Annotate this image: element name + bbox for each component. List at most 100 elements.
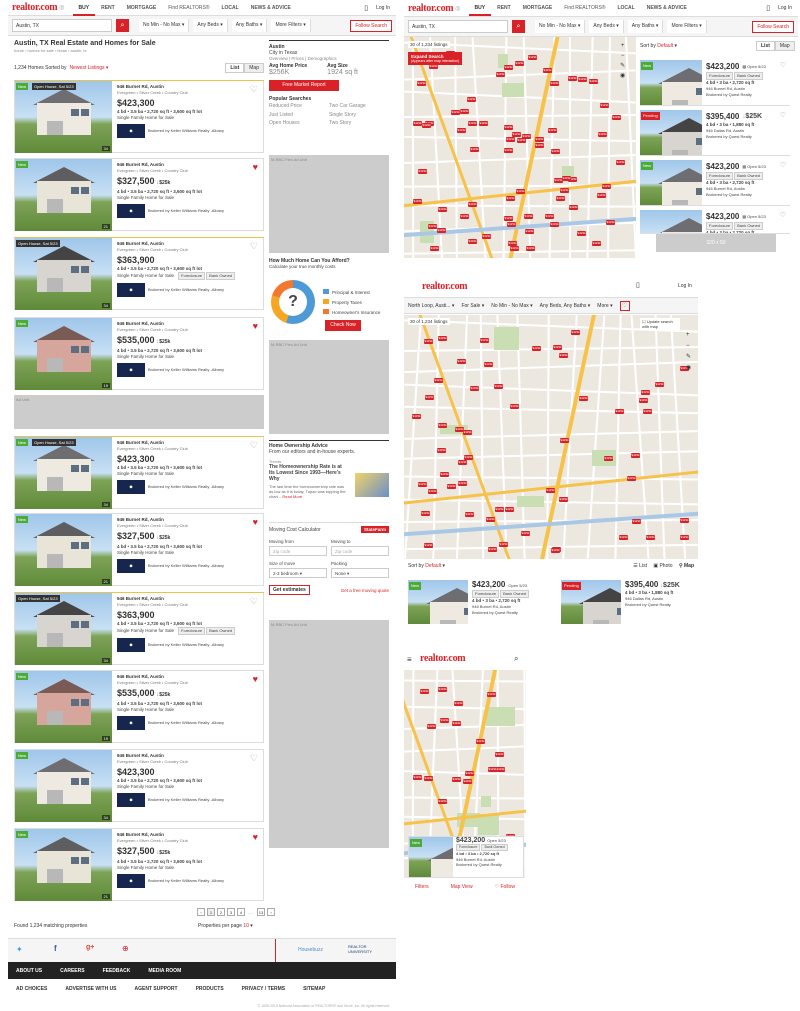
price-pin[interactable]: $423k xyxy=(460,214,469,219)
price-pin[interactable]: $423k xyxy=(505,507,514,512)
price-pin[interactable]: $423k xyxy=(639,398,648,403)
zoom-in-icon[interactable]: + xyxy=(620,41,625,51)
tablet-heart-icon[interactable]: ♡ xyxy=(619,300,630,311)
pinterest-icon[interactable]: ⊕ xyxy=(122,944,129,953)
price-pin[interactable]: $423k xyxy=(632,519,641,524)
price-pin[interactable]: $423k xyxy=(619,535,628,540)
tablet-listing-card[interactable]: New $423,200 Open 5/23 Foreclosure Bank Owne… xyxy=(408,578,556,626)
mobile-card-photo[interactable]: New xyxy=(409,837,453,877)
price-pin[interactable]: $423k xyxy=(507,222,516,227)
tablet-zoom-in-icon[interactable]: + xyxy=(686,330,691,341)
listing-photo[interactable]: New 21 xyxy=(15,514,112,586)
price-pin[interactable]: $423k xyxy=(425,395,434,400)
beds-filter[interactable]: Any Beds ▾ xyxy=(193,19,228,32)
price-pin[interactable]: $423k xyxy=(458,481,467,486)
nav-news[interactable]: NEWS & ADVICE xyxy=(245,0,297,16)
tablet-draw-icon[interactable]: ✎ xyxy=(686,352,691,363)
price-pin[interactable]: $423k xyxy=(512,132,521,137)
price-pin[interactable]: $423k xyxy=(600,103,609,108)
phone-icon[interactable]: ▯ xyxy=(364,4,368,12)
price-pin[interactable]: $423k xyxy=(495,752,504,757)
tablet-list-option[interactable]: ☰ List xyxy=(633,563,647,569)
favorite-heart-icon[interactable]: ♡ xyxy=(250,753,258,764)
price-pin[interactable]: $423k xyxy=(486,517,495,522)
price-pin[interactable]: $423k xyxy=(440,472,449,477)
get-estimates-button[interactable]: Get estimates xyxy=(269,585,310,595)
footer-link[interactable]: AGENT SUPPORT xyxy=(135,986,178,992)
price-pin[interactable]: $423k xyxy=(438,687,447,692)
moving-to-input[interactable]: Zip code xyxy=(331,546,389,556)
price-pin[interactable]: $423k xyxy=(454,701,463,706)
map-login-link[interactable]: Log In xyxy=(778,5,792,11)
per-page[interactable]: Properties per page 10 ▾ xyxy=(198,923,253,929)
price-pin[interactable]: $423k xyxy=(413,199,422,204)
listing-photo[interactable]: Open House, Sat 5/23 34 xyxy=(15,238,112,310)
listing-card[interactable]: New 34 946 Burnet Rd, Austin Evergreen • Si… xyxy=(14,749,264,822)
price-pin[interactable]: $423k xyxy=(680,535,689,540)
price-pin[interactable]: $423k xyxy=(438,207,447,212)
price-pin[interactable]: $423k xyxy=(494,384,503,389)
map-search-icon[interactable]: ⌕ xyxy=(512,20,525,33)
page-1[interactable]: 1 xyxy=(207,908,215,916)
price-pin[interactable]: $423k xyxy=(560,188,569,193)
price-pin[interactable]: $423k xyxy=(597,193,606,198)
map-nav-news[interactable]: NEWS & ADVICE xyxy=(641,0,693,16)
price-pin[interactable]: $423k xyxy=(457,359,466,364)
price-pin[interactable]: $423k xyxy=(470,386,479,391)
listing-card[interactable]: Open House, Sat 5/23 34 946 Burnet Rd, Aus… xyxy=(14,592,264,665)
price-pin[interactable]: $423k xyxy=(516,189,525,194)
price-pin[interactable]: $423k xyxy=(535,143,544,148)
price-pin[interactable]: $423k xyxy=(612,115,621,120)
popular-search-link[interactable]: Two Car Garage xyxy=(329,102,389,111)
price-pin[interactable]: $423k xyxy=(417,81,426,86)
map-card-heart-icon[interactable]: ♡ xyxy=(780,62,786,69)
map-baths-filter[interactable]: Any Baths ▾ xyxy=(627,20,664,33)
map-nav-mortgage[interactable]: MORTGAGE xyxy=(517,0,558,16)
price-pin[interactable]: $423k xyxy=(526,246,535,251)
favorite-heart-icon[interactable]: ♥ xyxy=(253,832,258,842)
nav-local[interactable]: LOCAL xyxy=(215,0,244,16)
price-pin[interactable]: $423k xyxy=(424,776,433,781)
nav-buy[interactable]: BUY xyxy=(72,0,96,16)
price-pin[interactable]: $423k xyxy=(463,779,472,784)
price-pin[interactable]: $423k xyxy=(551,149,560,154)
listing-card[interactable]: New 21 946 Burnet Rd, Austin Evergreen • Si… xyxy=(14,513,264,586)
price-pin[interactable]: $423k xyxy=(447,484,456,489)
price-pin[interactable]: $423k xyxy=(528,55,537,60)
price-pin[interactable]: $423k xyxy=(577,231,586,236)
map-nav-rent[interactable]: RENT xyxy=(491,0,517,16)
map-card-heart-icon[interactable]: ♡ xyxy=(780,212,786,219)
tablet-update-search[interactable]: ☐ Update search with map xyxy=(640,318,680,330)
price-pin[interactable]: $423k xyxy=(468,202,477,207)
price-pin[interactable]: $423k xyxy=(510,246,519,251)
price-pin[interactable]: $423k xyxy=(428,224,437,229)
tablet-more-filter[interactable]: More ▾ xyxy=(597,303,612,309)
price-pin[interactable]: $423k xyxy=(602,184,611,189)
price-pin[interactable]: $423k xyxy=(548,128,557,133)
price-pin[interactable]: $423k xyxy=(458,460,467,465)
price-pin[interactable]: $423k xyxy=(470,147,479,152)
price-pin[interactable]: $423k xyxy=(413,121,422,126)
price-pin[interactable]: $423k xyxy=(504,216,513,221)
popular-search-link[interactable]: Two Story xyxy=(329,119,389,128)
price-pin[interactable]: $423k xyxy=(418,169,427,174)
twitter-icon[interactable]: ✦ xyxy=(16,945,23,954)
listing-card[interactable]: New 21 946 Burnet Rd, Austin Evergreen • Si… xyxy=(14,828,264,901)
more-filters[interactable]: More Filters ▾ xyxy=(271,19,311,32)
price-pin[interactable]: $423k xyxy=(434,378,443,383)
price-pin[interactable]: $423k xyxy=(480,338,489,343)
price-pin[interactable]: $423k xyxy=(437,448,446,453)
listing-card[interactable]: New 21 946 Burnet Rd, Austin Evergreen • Si… xyxy=(14,158,264,231)
popular-search-link[interactable]: Single Story xyxy=(329,111,389,120)
price-pin[interactable]: $423k xyxy=(551,548,560,553)
map-price-filter[interactable]: No Min - No Max ▾ xyxy=(535,20,586,33)
check-now-button[interactable]: Check Now xyxy=(325,320,361,331)
price-pin[interactable]: $423k xyxy=(455,427,464,432)
locate-icon[interactable]: ◉ xyxy=(620,71,625,81)
price-pin[interactable]: $423k xyxy=(545,214,554,219)
map-listing-card[interactable]: $423,200 ▦ Open 5/23 Foreclosure Bank Owned… xyxy=(640,210,790,234)
price-pin[interactable]: $423k xyxy=(598,132,607,137)
price-pin[interactable]: $423k xyxy=(488,767,497,772)
favorite-heart-icon[interactable]: ♥ xyxy=(253,321,258,331)
nav-mortgage[interactable]: MORTGAGE xyxy=(121,0,162,16)
